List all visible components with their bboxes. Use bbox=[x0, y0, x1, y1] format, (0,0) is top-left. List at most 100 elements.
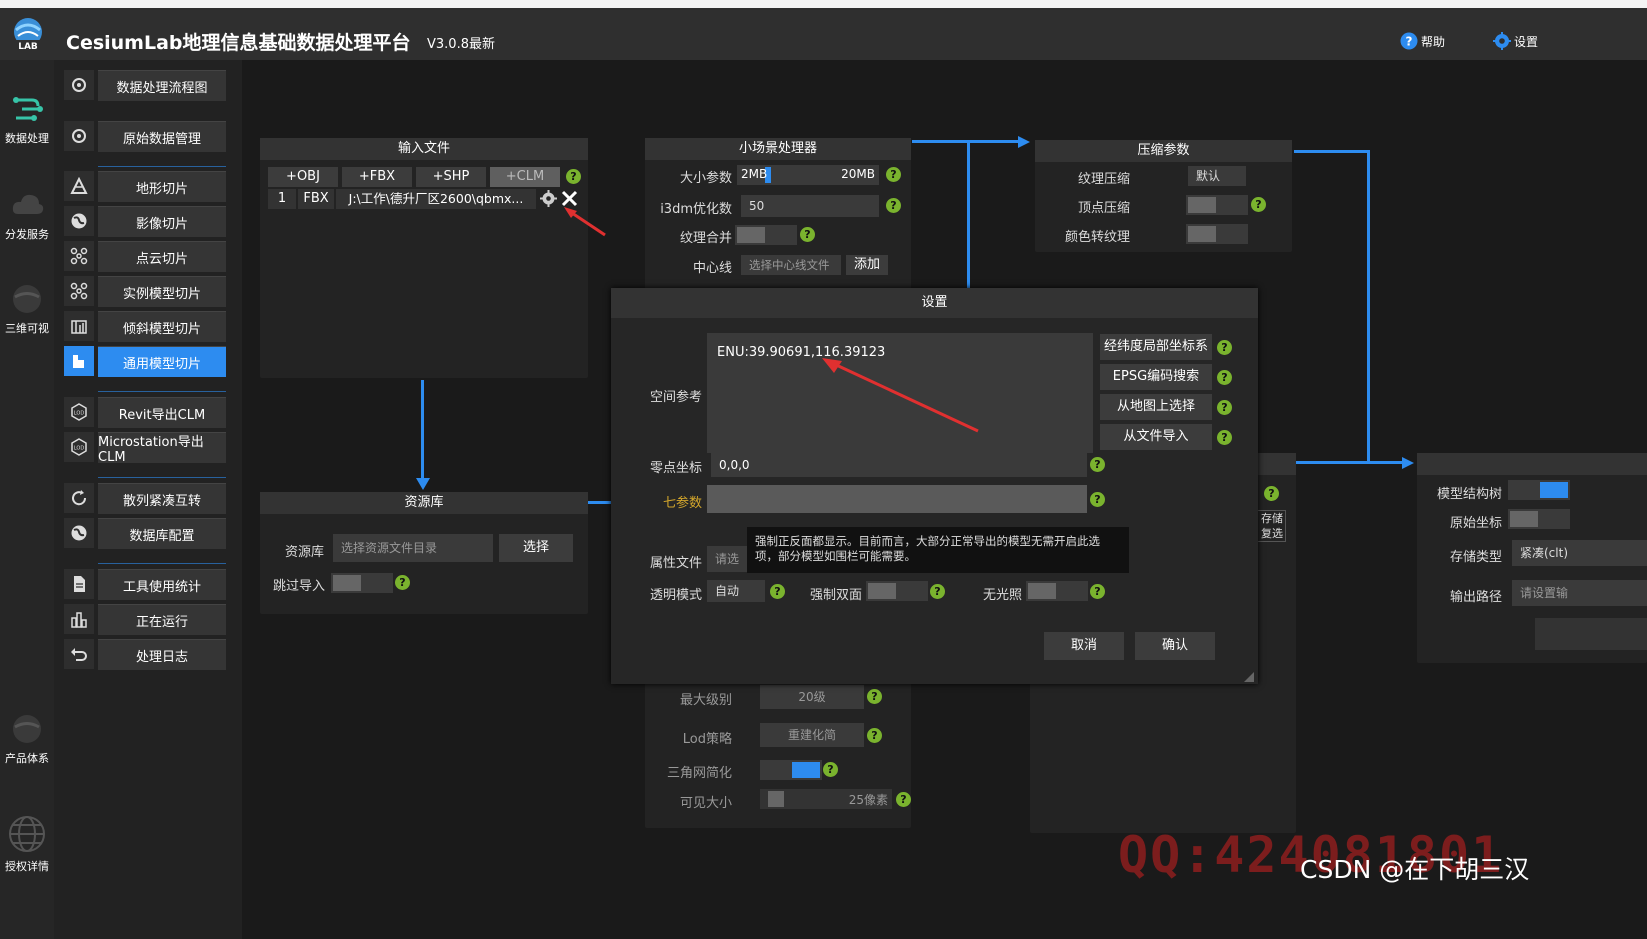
help-icon[interactable]: ? bbox=[1090, 457, 1105, 472]
globe-outline-icon bbox=[9, 816, 45, 852]
help-icon[interactable]: ? bbox=[867, 728, 882, 743]
menu-item-running[interactable]: 正在运行 bbox=[64, 604, 226, 635]
vertex-compress-toggle[interactable] bbox=[1186, 195, 1248, 215]
menu-label: 地形切片 bbox=[98, 171, 226, 202]
add-fbx-button[interactable]: +FBX bbox=[342, 167, 412, 187]
output-action-button[interactable] bbox=[1535, 618, 1647, 650]
menu-item-oblique-model[interactable]: 倾斜模型切片 bbox=[64, 311, 226, 342]
force-double-toggle[interactable] bbox=[866, 581, 928, 601]
color-to-texture-toggle[interactable] bbox=[1186, 224, 1248, 244]
help-icon[interactable]: ? bbox=[1217, 430, 1232, 445]
help-icon[interactable]: ? bbox=[566, 169, 581, 184]
texture-compress-select[interactable]: 默认 bbox=[1188, 166, 1246, 186]
menu-item-log[interactable]: 处理日志 bbox=[64, 639, 226, 670]
centerline-add-button[interactable]: 添加 bbox=[846, 255, 888, 275]
triangle-simplify-toggle[interactable] bbox=[760, 760, 822, 780]
visible-size-slider[interactable]: 25像素 bbox=[760, 789, 892, 809]
add-shp-button[interactable]: +SHP bbox=[416, 167, 486, 187]
menu-item-flowchart[interactable]: 数据处理流程图 bbox=[64, 70, 226, 101]
i3dm-input[interactable]: 50 bbox=[741, 195, 879, 217]
output-path-input[interactable]: 请设置输 bbox=[1512, 580, 1647, 606]
help-icon[interactable]: ? bbox=[1090, 584, 1105, 599]
transparent-mode-select[interactable]: 自动 bbox=[707, 580, 765, 602]
zero-coord-input[interactable]: 0,0,0 bbox=[711, 453, 1087, 477]
help-icon[interactable]: ? bbox=[1217, 400, 1232, 415]
menu-label: 原始数据管理 bbox=[98, 121, 226, 152]
storage-type-select[interactable]: 紧凑(clt) bbox=[1512, 540, 1647, 566]
help-icon[interactable]: ? bbox=[930, 584, 945, 599]
help-button[interactable]: ? 帮助 bbox=[1400, 32, 1445, 50]
add-obj-button[interactable]: +OBJ bbox=[268, 167, 338, 187]
settings-button[interactable]: 设置 bbox=[1493, 32, 1538, 50]
size-max: 20MB bbox=[841, 167, 875, 181]
centerline-input[interactable]: 选择中心线文件 bbox=[741, 255, 841, 275]
help-icon[interactable]: ? bbox=[867, 689, 882, 704]
help-icon[interactable]: ? bbox=[896, 792, 911, 807]
seven-param-input[interactable] bbox=[707, 485, 1087, 513]
latlon-local-button[interactable]: 经纬度局部坐标系 bbox=[1100, 334, 1212, 360]
help-icon[interactable]: ? bbox=[1217, 370, 1232, 385]
help-label: 帮助 bbox=[1421, 34, 1446, 49]
pick-on-map-button[interactable]: 从地图上选择 bbox=[1100, 394, 1212, 420]
resource-dir-input[interactable]: 选择资源文件目录 bbox=[333, 534, 493, 562]
no-light-toggle[interactable] bbox=[1026, 581, 1088, 601]
menu-item-terrain[interactable]: 地形切片 bbox=[64, 171, 226, 202]
import-from-file-button[interactable]: 从文件导入 bbox=[1100, 424, 1212, 450]
building-icon bbox=[64, 311, 94, 341]
resize-grip-icon[interactable] bbox=[1244, 672, 1254, 682]
app-header: LAB CesiumLab地理信息基础数据处理平台 V3.0.8最新 ? 帮助 … bbox=[0, 8, 1647, 60]
cancel-button[interactable]: 取消 bbox=[1044, 632, 1124, 660]
help-icon[interactable]: ? bbox=[1090, 492, 1105, 507]
help-icon[interactable]: ? bbox=[770, 584, 785, 599]
size-range-slider[interactable]: 2MB 20MB bbox=[737, 165, 879, 185]
help-icon[interactable]: ? bbox=[1217, 340, 1232, 355]
skip-import-label: 跳过导入 bbox=[273, 579, 326, 594]
confirm-button[interactable]: 确认 bbox=[1135, 632, 1215, 660]
texture-merge-toggle[interactable] bbox=[735, 225, 797, 245]
model-tree-toggle[interactable] bbox=[1508, 480, 1570, 500]
origin-coord-toggle[interactable] bbox=[1508, 509, 1570, 529]
slider-handle[interactable] bbox=[767, 791, 784, 807]
add-clm-button[interactable]: +CLM bbox=[490, 167, 560, 187]
skip-import-toggle[interactable] bbox=[331, 573, 393, 593]
menu-label: 实例模型切片 bbox=[98, 276, 226, 307]
menu-item-general-model[interactable]: 通用模型切片 bbox=[64, 346, 226, 377]
menu-item-compact-convert[interactable]: 散列紧凑互转 bbox=[64, 483, 226, 514]
rail-item-license[interactable]: 授权详情 bbox=[0, 814, 54, 874]
triangle-simplify-label: 三角网简化 bbox=[666, 766, 732, 781]
menu-item-microstation-export[interactable]: LOD Microstation导出CLM bbox=[64, 432, 226, 465]
rail-item-distribution[interactable]: 分发服务 bbox=[0, 188, 54, 242]
wire-compress-out bbox=[1294, 150, 1370, 153]
menu-item-instance-model[interactable]: 实例模型切片 bbox=[64, 276, 226, 307]
menu-item-raw-data[interactable]: 原始数据管理 bbox=[64, 121, 226, 152]
resource-select-button[interactable]: 选择 bbox=[499, 534, 573, 562]
rail-item-3d-view[interactable]: 三维可视 bbox=[0, 282, 54, 336]
help-icon[interactable]: ? bbox=[886, 167, 901, 182]
gear-icon[interactable] bbox=[540, 190, 557, 207]
help-icon[interactable]: ? bbox=[395, 575, 410, 590]
epsg-search-button[interactable]: EPSG编码搜索 bbox=[1100, 364, 1212, 390]
help-icon[interactable]: ? bbox=[886, 198, 901, 213]
rail-item-data-processing[interactable]: 数据处理 bbox=[0, 92, 54, 146]
menu-item-database-config[interactable]: 数据库配置 bbox=[64, 518, 226, 549]
menu-label: 点云切片 bbox=[98, 241, 226, 272]
globe-icon bbox=[64, 206, 94, 236]
menu-item-pointcloud[interactable]: 点云切片 bbox=[64, 241, 226, 272]
help-icon[interactable]: ? bbox=[800, 227, 815, 242]
gear-icon bbox=[1493, 32, 1511, 50]
transparent-mode-label: 透明模式 bbox=[649, 588, 702, 603]
lod-strategy-select[interactable]: 重建化简 bbox=[760, 723, 864, 747]
help-icon[interactable]: ? bbox=[823, 762, 838, 777]
visible-size-label: 可见大小 bbox=[679, 796, 732, 811]
menu-item-imagery[interactable]: 影像切片 bbox=[64, 206, 226, 237]
help-icon[interactable]: ? bbox=[1264, 486, 1279, 501]
menu-label: Microstation导出CLM bbox=[98, 432, 226, 465]
max-level-select[interactable]: 20级 bbox=[760, 685, 864, 709]
menu-label: 数据处理流程图 bbox=[98, 70, 226, 101]
rail-label: 分发服务 bbox=[5, 228, 49, 241]
rail-item-products[interactable]: 产品体系 bbox=[0, 712, 54, 766]
file-row-path[interactable]: J:\工作\德升厂区2600\qbmx... bbox=[336, 189, 536, 209]
menu-item-revit-export[interactable]: LOD Revit导出CLM bbox=[64, 397, 226, 428]
help-icon[interactable]: ? bbox=[1251, 197, 1266, 212]
menu-item-tool-stats[interactable]: 工具使用统计 bbox=[64, 569, 226, 600]
